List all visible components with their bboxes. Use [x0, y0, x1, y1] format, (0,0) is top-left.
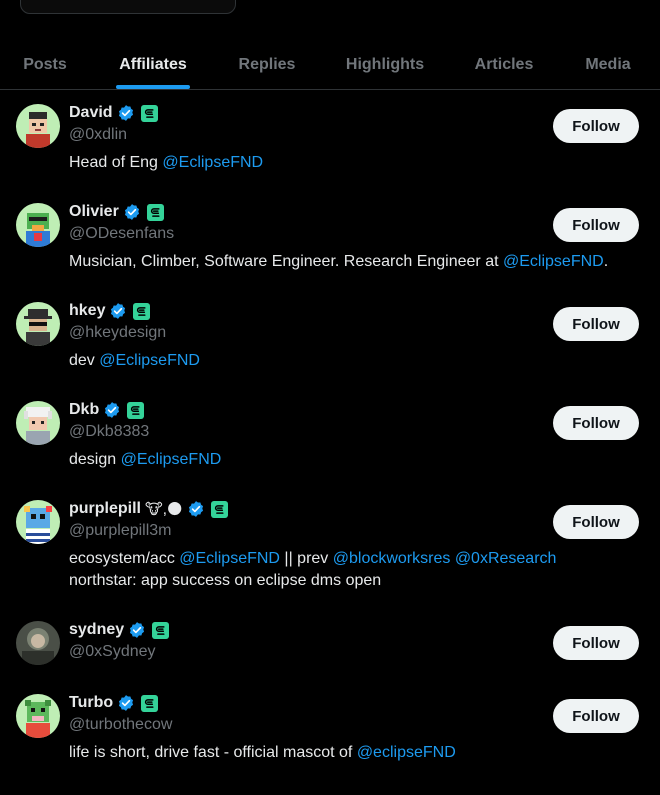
handle: @0xSydney	[69, 643, 156, 660]
bio-text: Head of Eng	[69, 154, 163, 171]
eclipse-affiliate-icon[interactable]	[146, 203, 164, 221]
profile-action-fragment	[20, 0, 236, 14]
name-line: Dkb	[69, 399, 145, 421]
bio-mention-link[interactable]: @EclipseFND	[179, 550, 280, 567]
avatar[interactable]	[16, 500, 60, 544]
bio-mention-link[interactable]: @eclipseFND	[357, 744, 456, 761]
name-line: Turbo	[69, 692, 159, 714]
verified-badge-icon	[128, 621, 146, 639]
tab-highlights[interactable]: Highlights	[330, 40, 440, 89]
bio-text: dev	[69, 352, 100, 369]
display-name[interactable]: Dkb	[69, 401, 99, 419]
tab-label: Replies	[238, 55, 296, 73]
affiliate-row[interactable]: David @0xdlin Head of Eng @EclipseFND Fo…	[0, 100, 660, 190]
active-tab-indicator	[116, 85, 190, 89]
avatar[interactable]	[16, 104, 60, 148]
bio-mention-link[interactable]: @EclipseFND	[162, 154, 263, 171]
tab-label: Posts	[23, 55, 67, 73]
bio: design @EclipseFND	[69, 449, 649, 471]
tab-media[interactable]: Media	[568, 40, 648, 89]
follow-button[interactable]: Follow	[553, 505, 639, 539]
tab-label: Articles	[474, 55, 534, 73]
avatar[interactable]	[16, 302, 60, 346]
verified-badge-icon	[103, 401, 121, 419]
name-line: purplepill 🐮,🌑	[69, 498, 228, 520]
bio-mention-link[interactable]: @0xResearch	[455, 550, 557, 567]
affiliate-row[interactable]: Turbo @turbothecow life is short, drive …	[0, 690, 660, 780]
avatar[interactable]	[16, 621, 60, 665]
eclipse-affiliate-icon[interactable]	[210, 500, 228, 518]
bio-text: ecosystem/acc	[69, 550, 180, 567]
name-emoji: 🐮,🌑	[145, 501, 183, 518]
bio-text: || prev	[279, 550, 333, 567]
handle: @hkeydesign	[69, 324, 167, 341]
eclipse-affiliate-icon[interactable]	[152, 621, 170, 639]
profile-tabs: Posts Affiliates Replies Highlights Arti…	[0, 40, 660, 90]
handle: @0xdlin	[69, 126, 128, 143]
bio-text: Musician, Climber, Software Engineer. Re…	[69, 253, 503, 270]
display-name[interactable]: Olivier	[69, 203, 119, 221]
bio-text: northstar: app success on eclipse dms op…	[69, 572, 382, 589]
handle: @purplepill3m	[69, 522, 172, 539]
display-name[interactable]: Turbo	[69, 694, 113, 712]
handle: @ODesenfans	[69, 225, 175, 242]
eclipse-affiliate-icon[interactable]	[141, 694, 159, 712]
affiliate-row[interactable]: Dkb @Dkb8383 design @EclipseFND Follow	[0, 397, 660, 487]
name-line: Olivier	[69, 201, 164, 223]
follow-button[interactable]: Follow	[553, 208, 639, 242]
bio: Musician, Climber, Software Engineer. Re…	[69, 251, 649, 273]
affiliate-row[interactable]: purplepill 🐮,🌑 @purplepill3m ecosystem/a…	[0, 496, 660, 608]
affiliate-row[interactable]: sydney @0xSydney Follow	[0, 617, 660, 683]
tab-posts[interactable]: Posts	[0, 40, 90, 89]
follow-button[interactable]: Follow	[553, 699, 639, 733]
bio: life is short, drive fast - official mas…	[69, 742, 649, 764]
avatar[interactable]	[16, 203, 60, 247]
tab-replies[interactable]: Replies	[222, 40, 312, 89]
bio-mention-link[interactable]: @EclipseFND	[99, 352, 200, 369]
eclipse-affiliate-icon[interactable]	[133, 302, 151, 320]
display-name[interactable]: purplepill	[69, 500, 141, 518]
follow-button[interactable]: Follow	[553, 406, 639, 440]
display-name[interactable]: David	[69, 104, 113, 122]
tab-label: Affiliates	[119, 55, 187, 73]
verified-badge-icon	[109, 302, 127, 320]
bio-mention-link[interactable]: @EclipseFND	[121, 451, 222, 468]
follow-button[interactable]: Follow	[553, 307, 639, 341]
display-name[interactable]: sydney	[69, 621, 124, 639]
bio-text: life is short, drive fast - official mas…	[69, 744, 357, 761]
handle: @Dkb8383	[69, 423, 150, 440]
follow-button[interactable]: Follow	[553, 109, 639, 143]
verified-badge-icon	[117, 104, 135, 122]
tab-affiliates[interactable]: Affiliates	[98, 40, 208, 89]
eclipse-affiliate-icon[interactable]	[127, 401, 145, 419]
eclipse-affiliate-icon[interactable]	[140, 104, 158, 122]
bio: Head of Eng @EclipseFND	[69, 152, 649, 174]
verified-badge-icon	[187, 500, 205, 518]
affiliate-row[interactable]: Olivier @ODesenfans Musician, Climber, S…	[0, 199, 660, 289]
bio: ecosystem/acc @EclipseFND || prev @block…	[69, 548, 649, 592]
name-line: hkey	[69, 300, 151, 322]
tab-articles[interactable]: Articles	[458, 40, 550, 89]
bio: dev @EclipseFND	[69, 350, 649, 372]
handle: @turbothecow	[69, 716, 173, 733]
avatar[interactable]	[16, 401, 60, 445]
tab-label: Highlights	[345, 55, 425, 73]
name-line: sydney	[69, 619, 170, 641]
affiliate-row[interactable]: hkey @hkeydesign dev @EclipseFND Follow	[0, 298, 660, 388]
display-name[interactable]: hkey	[69, 302, 105, 320]
follow-button[interactable]: Follow	[553, 626, 639, 660]
tab-label: Media	[585, 55, 631, 73]
avatar[interactable]	[16, 694, 60, 738]
bio-mention-link[interactable]: @EclipseFND	[503, 253, 604, 270]
bio-text: design	[69, 451, 121, 468]
name-line: David	[69, 102, 158, 124]
bio-text: .	[603, 253, 609, 270]
verified-badge-icon	[123, 203, 141, 221]
bio-mention-link[interactable]: @blockworksres	[333, 550, 451, 567]
verified-badge-icon	[117, 694, 135, 712]
